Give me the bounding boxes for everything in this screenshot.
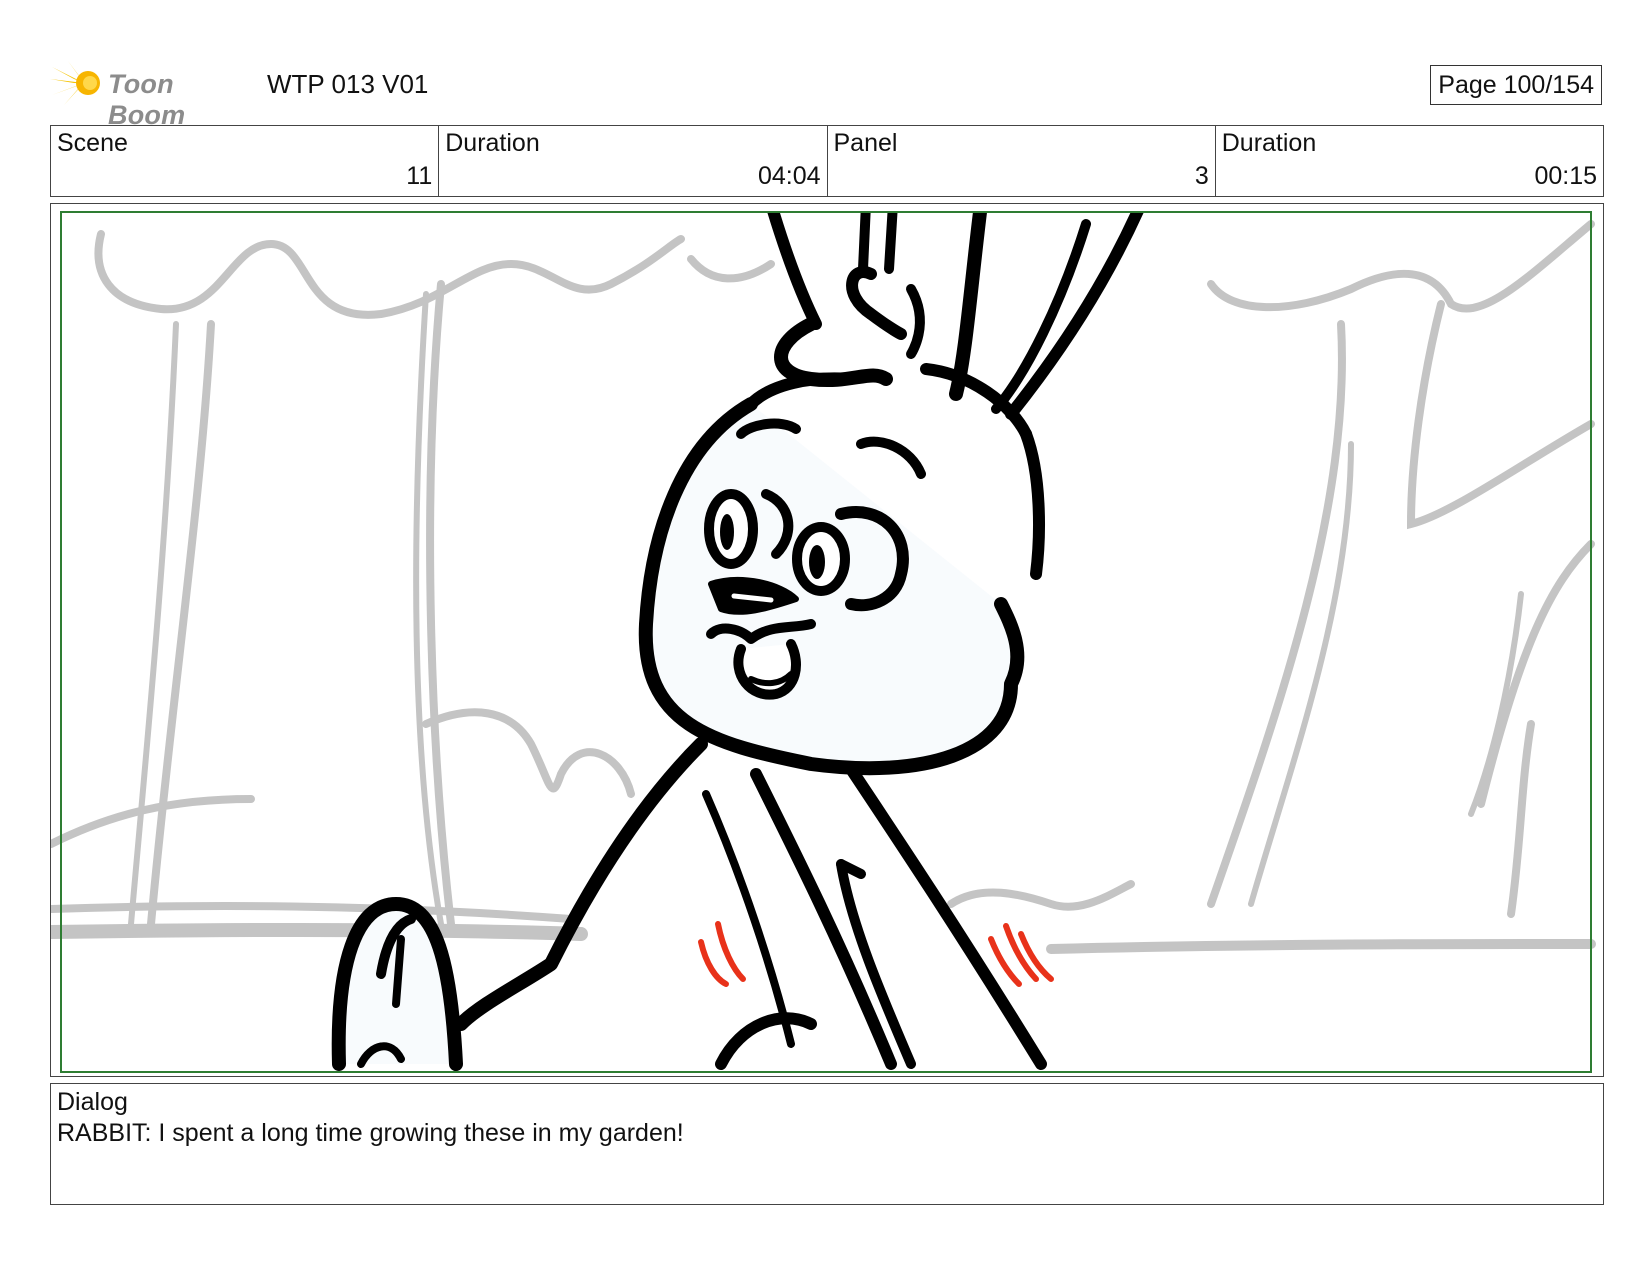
scene-duration-label: Duration — [445, 129, 540, 157]
panel-cell: Panel 3 — [828, 126, 1216, 196]
panel-label: Panel — [833, 129, 898, 157]
scene-label: Scene — [57, 129, 128, 157]
scene-value: 11 — [406, 162, 433, 190]
star-burst-icon — [50, 61, 100, 105]
project-title: WTP 013 V01 — [267, 69, 429, 99]
page-header: Toon Boom WTP 013 V01 Page 100/154 — [50, 55, 1602, 130]
dialog-text: RABBIT: I spent a long time growing thes… — [57, 1119, 684, 1147]
panel-duration-value: 00:15 — [1534, 162, 1597, 190]
dialog-box: Dialog RABBIT: I spent a long time growi… — [50, 1083, 1604, 1205]
panel-value: 3 — [1194, 162, 1209, 190]
toon-boom-logo: Toon Boom — [50, 59, 255, 130]
dialog-label: Dialog — [57, 1088, 128, 1116]
panel-drawing — [51, 211, 1596, 1073]
logo-text: Toon Boom — [108, 69, 186, 130]
panel-duration-cell: Duration 00:15 — [1216, 126, 1603, 196]
scene-info-row: Scene 11 Duration 04:04 Panel 3 Duration… — [50, 125, 1604, 197]
storyboard-panel — [50, 203, 1604, 1077]
scene-cell: Scene 11 — [51, 126, 440, 196]
page-number-box: Page 100/154 — [1430, 65, 1602, 105]
panel-duration-label: Duration — [1221, 129, 1317, 157]
scene-duration-cell: Duration 04:04 — [439, 126, 828, 196]
scene-duration-value: 04:04 — [757, 162, 821, 190]
